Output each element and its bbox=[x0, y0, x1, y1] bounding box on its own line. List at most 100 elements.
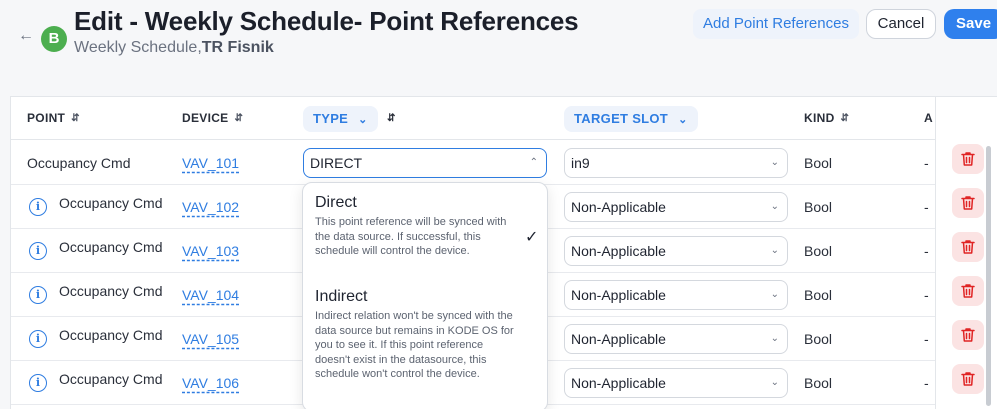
kind-value: Bool bbox=[804, 287, 833, 303]
sort-icon[interactable]: ⇵ bbox=[387, 97, 396, 140]
trash-icon bbox=[961, 196, 975, 210]
chevron-down-icon: ⌄ bbox=[678, 114, 688, 126]
chevron-down-icon: ⌄ bbox=[770, 377, 779, 388]
info-icon[interactable]: i bbox=[29, 374, 47, 392]
type-select[interactable]: DIRECT ⌃ bbox=[303, 148, 547, 178]
type-option-direct[interactable]: Direct This point reference will be sync… bbox=[315, 194, 515, 259]
chevron-down-icon: ⌄ bbox=[358, 114, 368, 126]
table-header: POINT ⇵ DEVICE ⇵ TYPE ⌄ ⇵ TARGET SLOT ⌄ KIND… bbox=[11, 97, 997, 140]
point-name: Occupancy Cmd bbox=[59, 239, 163, 255]
delete-row-button[interactable] bbox=[952, 364, 984, 394]
back-arrow-icon[interactable]: ← bbox=[16, 26, 36, 46]
chevron-down-icon: ⌄ bbox=[770, 289, 779, 300]
column-label: DEVICE bbox=[182, 111, 229, 125]
info-icon[interactable]: i bbox=[29, 286, 47, 304]
delete-row-button[interactable] bbox=[952, 276, 984, 306]
sort-icon[interactable]: ⇵ bbox=[841, 97, 850, 140]
info-icon[interactable]: i bbox=[29, 198, 47, 216]
trash-icon bbox=[961, 240, 975, 254]
point-name: Occupancy Cmd bbox=[59, 327, 163, 343]
checkmark-icon: ✓ bbox=[525, 229, 539, 246]
info-icon[interactable]: i bbox=[29, 242, 47, 260]
point-name: Occupancy Cmd bbox=[59, 195, 163, 211]
target-slot-value: Non-Applicable bbox=[571, 199, 666, 215]
device-link[interactable]: VAV_103 bbox=[182, 229, 239, 273]
delete-row-button[interactable] bbox=[952, 320, 984, 350]
delete-row-button[interactable] bbox=[952, 144, 984, 174]
kind-value: Bool bbox=[804, 199, 833, 215]
extra-value: - bbox=[924, 287, 929, 303]
chevron-down-icon: ⌄ bbox=[770, 157, 779, 168]
option-description: This point reference will be synced with… bbox=[315, 216, 507, 257]
avatar: B bbox=[41, 26, 67, 52]
column-label: TARGET SLOT bbox=[574, 111, 669, 126]
target-slot-value: Non-Applicable bbox=[571, 331, 666, 347]
target-slot-select[interactable]: Non-Applicable ⌄ bbox=[564, 236, 788, 266]
extra-value: - bbox=[924, 331, 929, 347]
extra-value: - bbox=[924, 243, 929, 259]
target-slot-select[interactable]: in9 ⌄ bbox=[564, 148, 788, 178]
device-link[interactable]: VAV_104 bbox=[182, 273, 239, 317]
device-link[interactable]: VAV_102 bbox=[182, 185, 239, 229]
chevron-down-icon: ⌄ bbox=[770, 333, 779, 344]
extra-value: - bbox=[924, 375, 929, 391]
page-header: ← B Edit - Weekly Schedule- Point Refere… bbox=[0, 0, 997, 96]
option-description: Indirect relation won't be synced with t… bbox=[315, 310, 514, 380]
target-slot-select[interactable]: Non-Applicable ⌄ bbox=[564, 192, 788, 222]
chevron-down-icon: ⌄ bbox=[770, 201, 779, 212]
type-dropdown-menu: Direct This point reference will be sync… bbox=[302, 182, 548, 409]
column-header-point[interactable]: POINT ⇵ bbox=[27, 97, 80, 140]
type-option-indirect[interactable]: Indirect Indirect relation won't be sync… bbox=[315, 288, 515, 382]
column-header-type[interactable]: TYPE ⌄ bbox=[303, 106, 378, 132]
trash-icon bbox=[961, 328, 975, 342]
column-label: TYPE bbox=[313, 111, 349, 126]
save-button[interactable]: Save bbox=[944, 9, 997, 39]
page-title: Edit - Weekly Schedule- Point References bbox=[74, 6, 579, 36]
column-header-device[interactable]: DEVICE ⇵ bbox=[182, 97, 243, 140]
info-icon[interactable]: i bbox=[29, 330, 47, 348]
trash-icon bbox=[961, 372, 975, 386]
add-point-references-button[interactable]: Add Point References bbox=[693, 9, 859, 39]
extra-value: - bbox=[924, 155, 929, 171]
column-label: KIND bbox=[804, 111, 835, 125]
point-name: Occupancy Cmd bbox=[59, 371, 163, 387]
delete-row-button[interactable] bbox=[952, 188, 984, 218]
target-slot-select[interactable]: Non-Applicable ⌄ bbox=[564, 324, 788, 354]
subtitle-prefix: Weekly Schedule, bbox=[74, 39, 202, 56]
kind-value: Bool bbox=[804, 155, 833, 171]
delete-row-button[interactable] bbox=[952, 232, 984, 262]
column-label: POINT bbox=[27, 111, 66, 125]
option-title: Direct bbox=[315, 194, 357, 211]
device-link[interactable]: VAV_101 bbox=[182, 141, 239, 185]
kind-value: Bool bbox=[804, 331, 833, 347]
column-header-kind[interactable]: KIND ⇵ bbox=[804, 97, 849, 140]
device-link[interactable]: VAV_105 bbox=[182, 317, 239, 361]
target-slot-select[interactable]: Non-Applicable ⌄ bbox=[564, 368, 788, 398]
device-link[interactable]: VAV_106 bbox=[182, 361, 239, 405]
column-header-target-slot[interactable]: TARGET SLOT ⌄ bbox=[564, 106, 698, 132]
subtitle-name: TR Fisnik bbox=[201, 39, 274, 56]
column-header-extra[interactable]: A bbox=[924, 97, 933, 140]
chevron-down-icon: ⌄ bbox=[770, 245, 779, 256]
type-select-value: DIRECT bbox=[310, 155, 363, 171]
option-title: Indirect bbox=[315, 288, 368, 305]
sort-icon[interactable]: ⇵ bbox=[234, 97, 243, 140]
trash-icon bbox=[961, 284, 975, 298]
point-name: Occupancy Cmd bbox=[27, 155, 131, 171]
kind-value: Bool bbox=[804, 375, 833, 391]
vertical-scrollbar[interactable] bbox=[986, 146, 991, 406]
target-slot-value: Non-Applicable bbox=[571, 287, 666, 303]
trash-icon bbox=[961, 152, 975, 166]
target-slot-value: Non-Applicable bbox=[571, 243, 666, 259]
cancel-button[interactable]: Cancel bbox=[866, 9, 936, 39]
sort-icon[interactable]: ⇵ bbox=[71, 97, 80, 140]
target-slot-select[interactable]: Non-Applicable ⌄ bbox=[564, 280, 788, 310]
target-slot-value: Non-Applicable bbox=[571, 375, 666, 391]
table-row: Occupancy Cmd VAV_101 DIRECT ⌃ in9 ⌄ Bool … bbox=[11, 141, 997, 185]
kind-value: Bool bbox=[804, 243, 833, 259]
point-name: Occupancy Cmd bbox=[59, 283, 163, 299]
page-subtitle: Weekly Schedule,TR Fisnik bbox=[74, 39, 274, 57]
extra-value: - bbox=[924, 199, 929, 215]
chevron-up-icon: ⌃ bbox=[529, 157, 538, 168]
target-slot-value: in9 bbox=[571, 155, 590, 171]
